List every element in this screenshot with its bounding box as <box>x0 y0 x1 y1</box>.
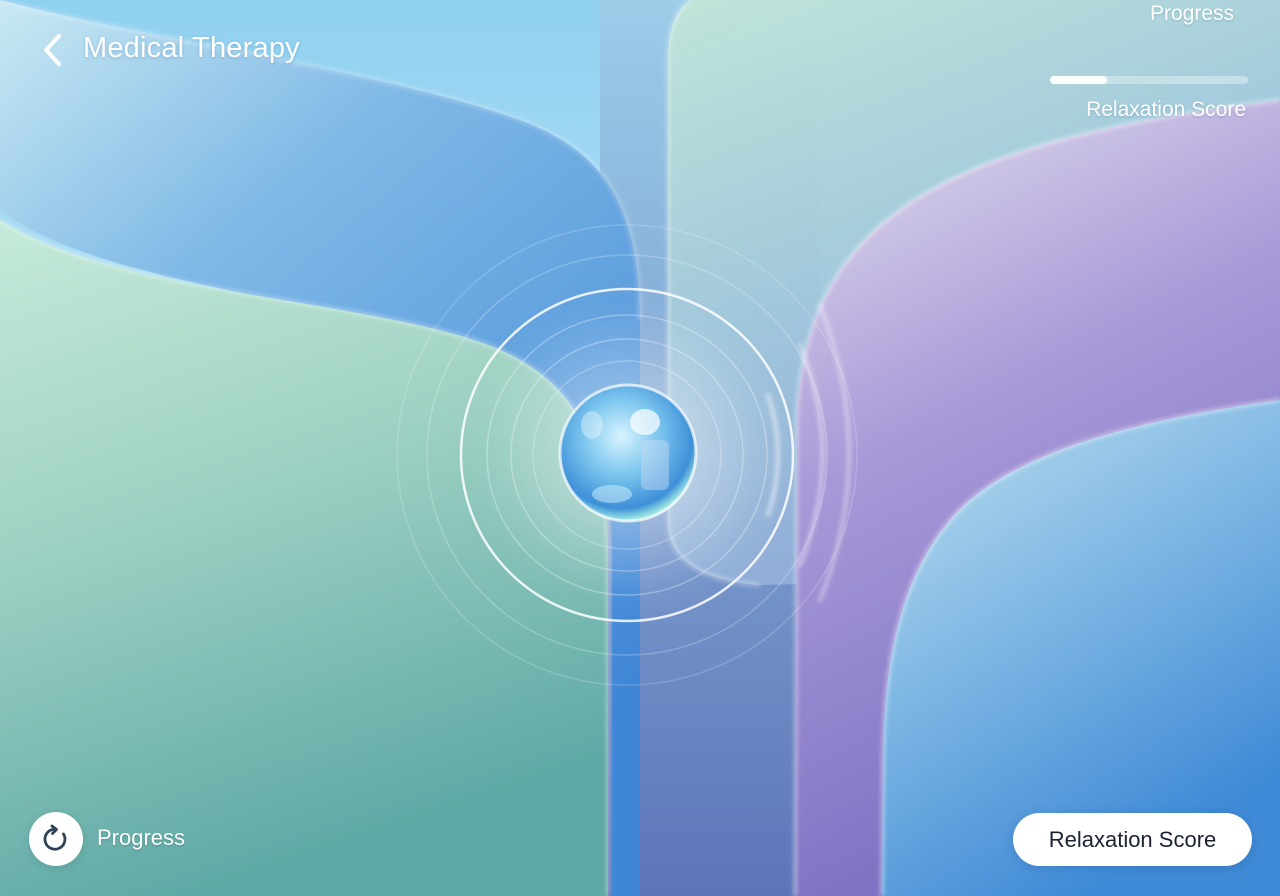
progress-label: Progress <box>1149 2 1234 25</box>
page-title: Medical Therapy <box>83 32 300 64</box>
progress-link[interactable]: Progress <box>97 825 185 851</box>
orb <box>558 383 698 523</box>
restart-button[interactable] <box>29 812 83 866</box>
progress-fill <box>1050 76 1108 84</box>
back-button[interactable] <box>32 28 72 72</box>
relaxation-score-label: Relaxation Score <box>1086 98 1246 121</box>
progress-bar <box>1050 76 1248 84</box>
therapy-screen: Medical Therapy Progress Relaxation Scor… <box>0 0 1280 896</box>
background-scene <box>0 0 1280 896</box>
chevron-left-icon <box>44 34 61 66</box>
relaxation-score-button[interactable]: Relaxation Score <box>1013 813 1252 866</box>
rotate-clockwise-icon <box>43 824 67 851</box>
